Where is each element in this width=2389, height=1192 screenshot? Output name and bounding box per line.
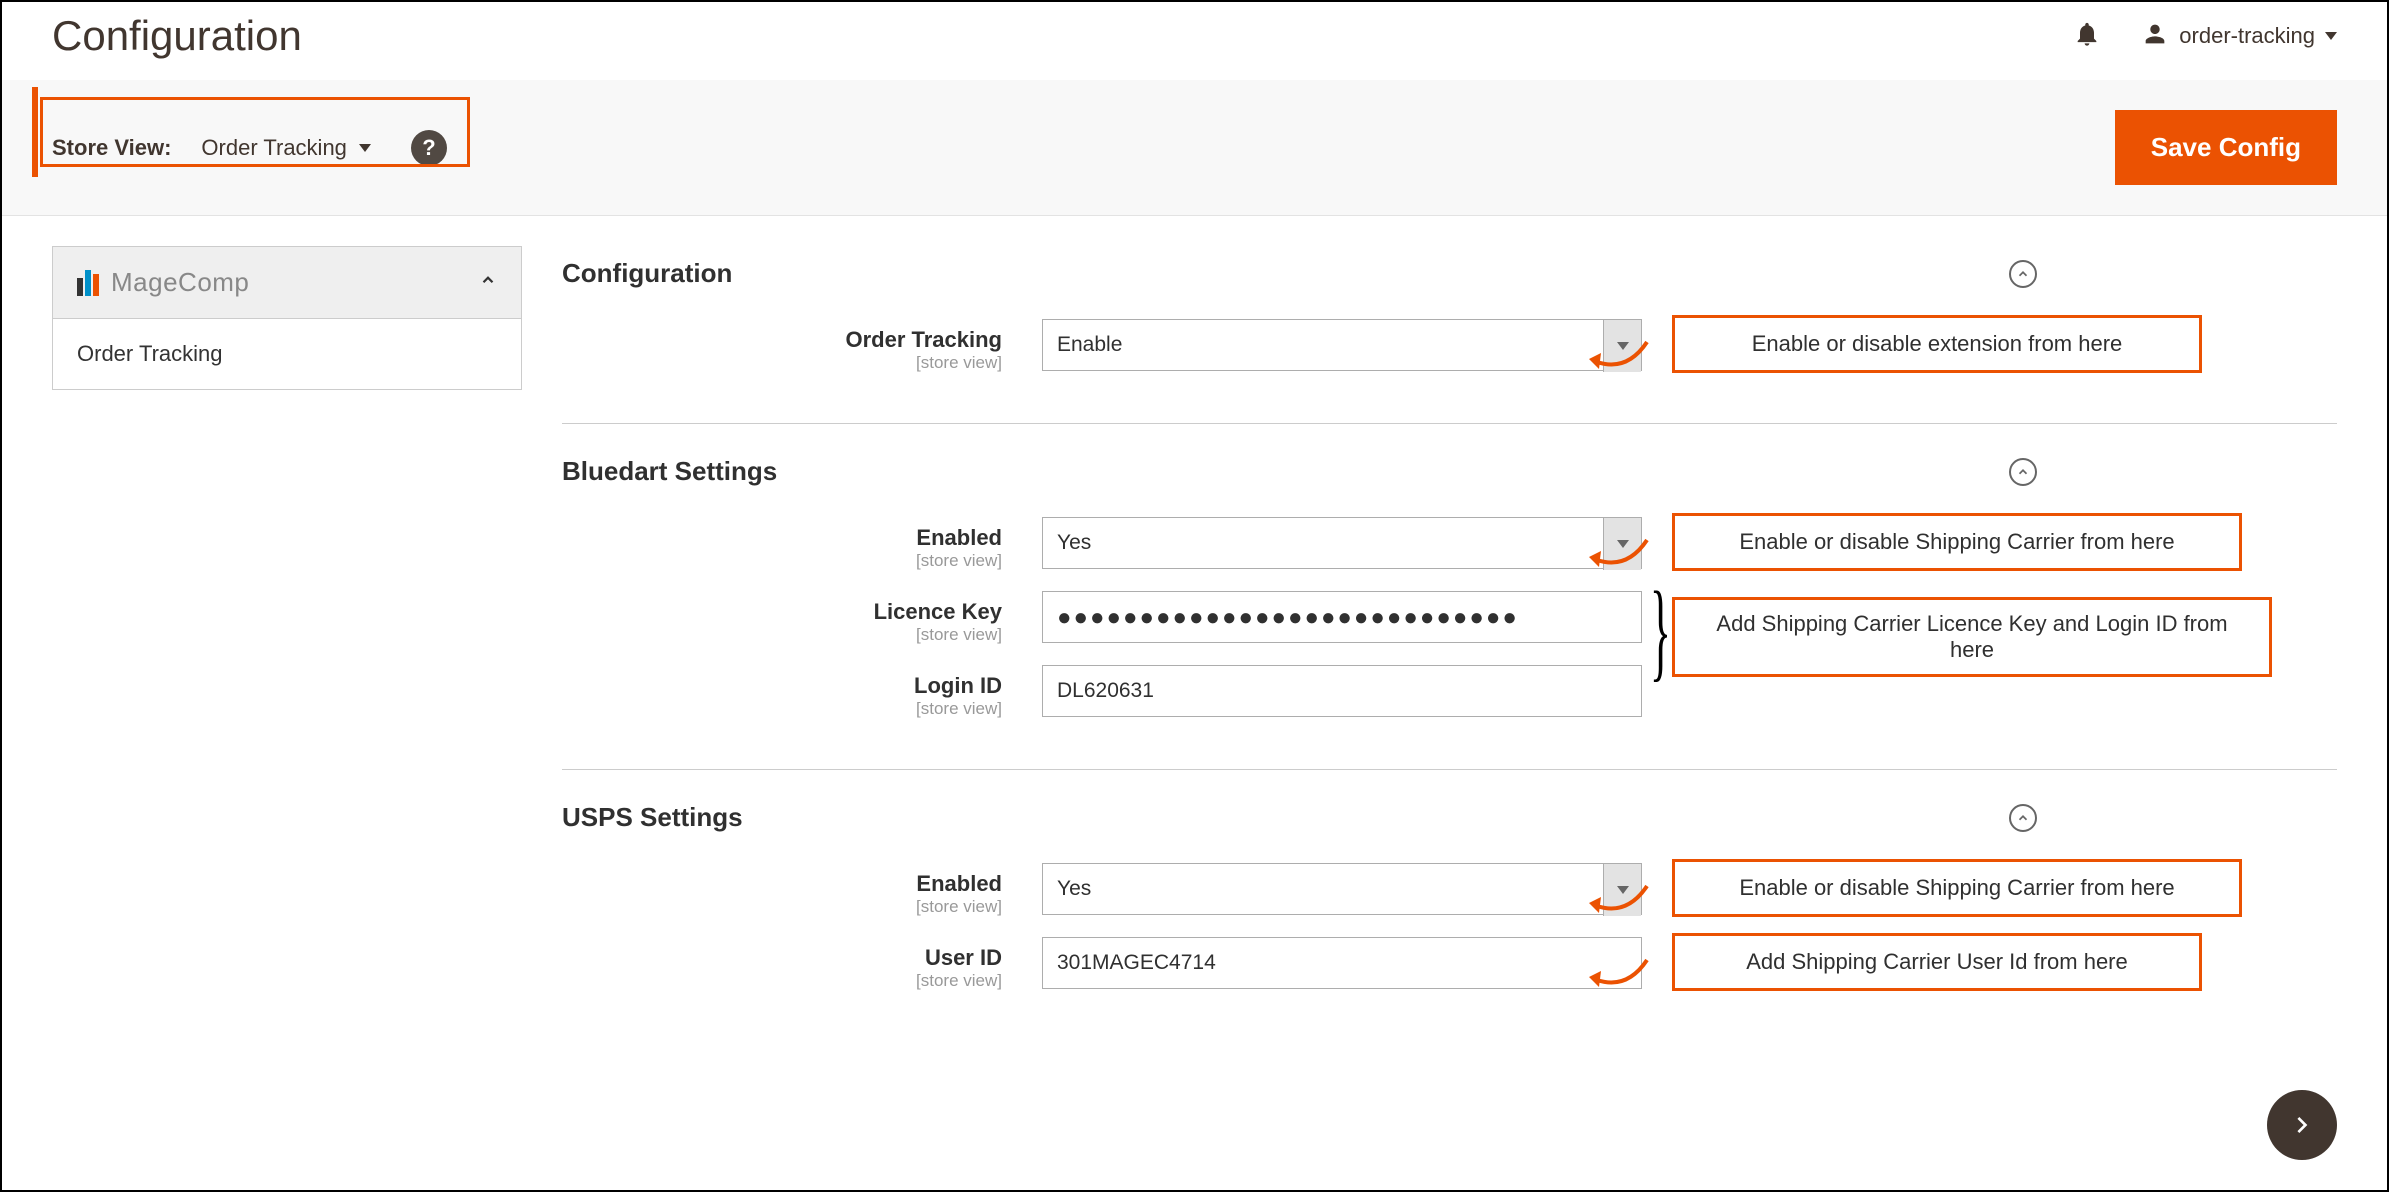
field-scope: [store view]	[562, 897, 1002, 917]
field-label-user-id: User ID	[562, 945, 1002, 971]
sidebar-item-order-tracking[interactable]: Order Tracking	[52, 319, 522, 390]
chevron-down-icon	[359, 144, 371, 152]
sidebar-brand-header[interactable]: MageComp	[52, 246, 522, 319]
collapse-icon[interactable]	[2009, 458, 2037, 486]
sidebar-item-label: Order Tracking	[77, 341, 223, 366]
bluedart-enabled-select[interactable]: Yes	[1042, 517, 1642, 569]
page-title: Configuration	[52, 12, 302, 60]
field-label-enabled: Enabled	[562, 871, 1002, 897]
section-configuration: Configuration Order Tracking [store view…	[562, 246, 2337, 424]
field-scope: [store view]	[562, 551, 1002, 571]
annotation-arrow-icon	[1587, 955, 1657, 995]
section-title: USPS Settings	[562, 802, 743, 833]
field-scope: [store view]	[562, 625, 1002, 645]
store-view-selector[interactable]: Order Tracking	[201, 135, 371, 161]
chevron-up-icon	[479, 271, 497, 295]
usps-enabled-select[interactable]: Yes	[1042, 863, 1642, 915]
section-header-bluedart[interactable]: Bluedart Settings	[562, 444, 2337, 517]
order-tracking-select[interactable]: Enable	[1042, 319, 1642, 371]
user-name: order-tracking	[2179, 23, 2315, 49]
field-label-licence-key: Licence Key	[562, 599, 1002, 625]
chevron-down-icon	[2325, 32, 2337, 40]
annotation-arrow-icon	[1587, 535, 1657, 575]
annotation-box: Enable or disable extension from here	[1672, 315, 2202, 373]
save-config-button[interactable]: Save Config	[2115, 110, 2337, 185]
section-title: Bluedart Settings	[562, 456, 777, 487]
annotation-arrow-icon	[1587, 881, 1657, 921]
annotation-box: Enable or disable Shipping Carrier from …	[1672, 513, 2242, 571]
user-menu[interactable]: order-tracking	[2141, 20, 2337, 53]
collapse-icon[interactable]	[2009, 260, 2037, 288]
section-bluedart: Bluedart Settings Enabled [store view] Y…	[562, 444, 2337, 770]
bluedart-licence-key-input[interactable]: ●●●●●●●●●●●●●●●●●●●●●●●●●●●●	[1042, 591, 1642, 643]
field-label-login-id: Login ID	[562, 673, 1002, 699]
annotation-arrow-icon	[1587, 337, 1657, 377]
user-icon	[2141, 20, 2169, 53]
annotation-box: Add Shipping Carrier User Id from here	[1672, 933, 2202, 991]
usps-user-id-input[interactable]	[1042, 937, 1642, 989]
store-view-value: Order Tracking	[201, 135, 347, 161]
magecomp-logo-icon	[77, 270, 99, 296]
select-value: Enable	[1057, 333, 1122, 357]
bluedart-login-id-input[interactable]	[1042, 665, 1642, 717]
store-view-label: Store View:	[52, 135, 171, 161]
field-scope: [store view]	[562, 699, 1002, 719]
section-header-configuration[interactable]: Configuration	[562, 246, 2337, 319]
notifications-icon[interactable]	[2073, 20, 2101, 53]
field-label-enabled: Enabled	[562, 525, 1002, 551]
help-icon[interactable]: ?	[411, 130, 447, 166]
annotation-box: Enable or disable Shipping Carrier from …	[1672, 859, 2242, 917]
next-button[interactable]	[2267, 1090, 2337, 1160]
sidebar: MageComp Order Tracking	[52, 246, 522, 1061]
select-value: Yes	[1057, 531, 1091, 555]
section-header-usps[interactable]: USPS Settings	[562, 790, 2337, 863]
section-usps: USPS Settings Enabled [store view] Yes	[562, 790, 2337, 1041]
section-title: Configuration	[562, 258, 732, 289]
sidebar-brand-label: MageComp	[111, 267, 249, 298]
select-value: Yes	[1057, 877, 1091, 901]
field-scope: [store view]	[562, 971, 1002, 991]
collapse-icon[interactable]	[2009, 804, 2037, 832]
field-scope: [store view]	[562, 353, 1002, 373]
field-label-order-tracking: Order Tracking	[562, 327, 1002, 353]
